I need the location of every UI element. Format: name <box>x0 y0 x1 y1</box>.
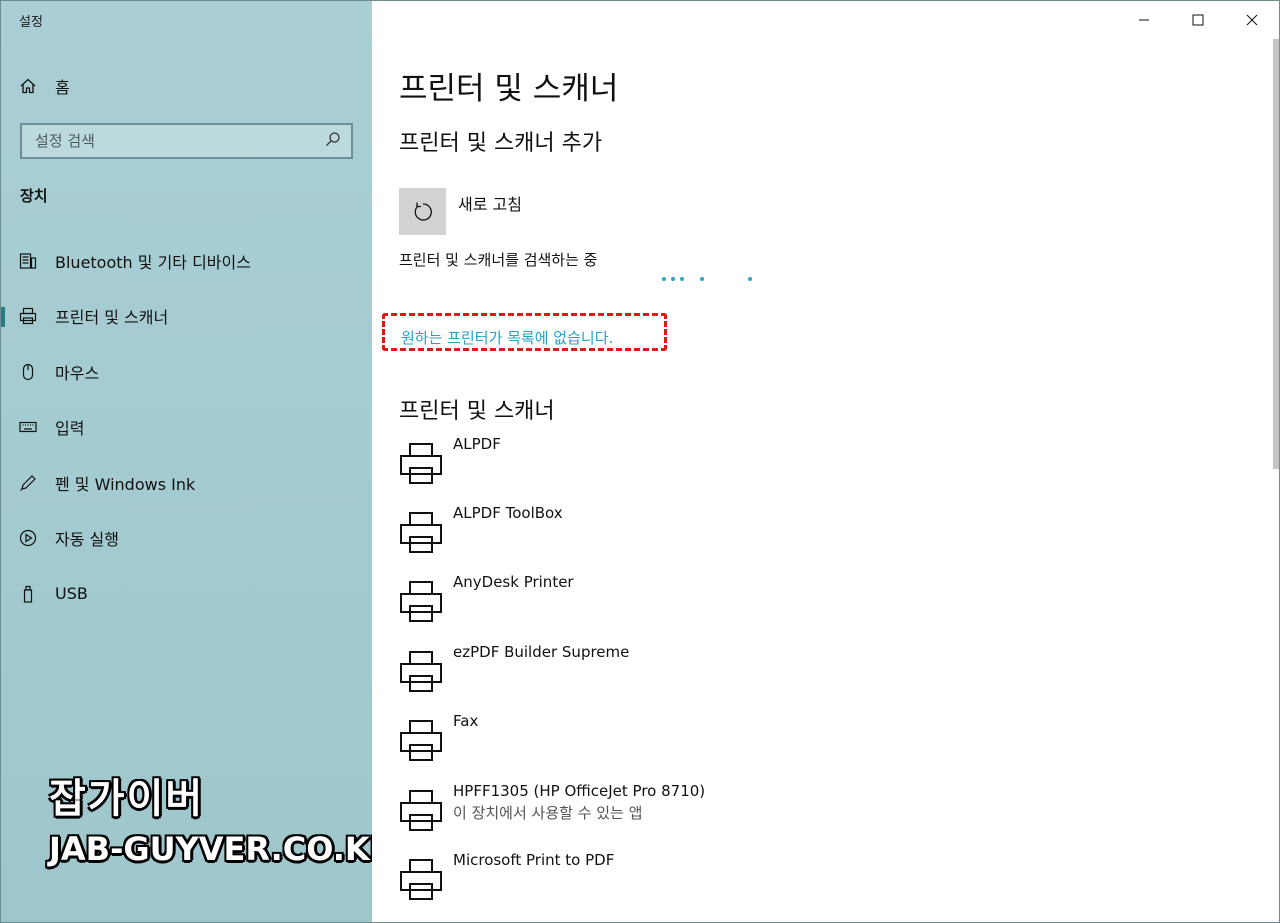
maximize-button[interactable] <box>1171 1 1225 39</box>
sidebar-item-label: 펜 및 Windows Ink <box>55 474 196 494</box>
sidebar-item-label: 마우스 <box>55 363 100 383</box>
add-printers-heading: 프린터 및 스캐너 추가 <box>399 131 603 156</box>
autoplay-icon <box>19 529 37 547</box>
printer-text: HPFF1305 (HP OfficeJet Pro 8710) 이 장치에서 사… <box>453 782 705 842</box>
printer-name: Microsoft Print to PDF <box>453 851 615 869</box>
sidebar-item-mouse[interactable]: 마우스 <box>1 344 372 400</box>
mouse-icon <box>19 363 37 381</box>
sidebar-item-typing[interactable]: 입력 <box>1 400 372 456</box>
bluetooth-devices-icon <box>19 252 37 270</box>
printer-status: 이 장치에서 사용할 수 있는 앱 <box>453 804 643 822</box>
close-button[interactable] <box>1225 1 1279 39</box>
printer-item[interactable]: ALPDF ToolBox <box>399 504 899 564</box>
printer-not-listed-link[interactable]: 원하는 프린터가 목록에 없습니다. <box>401 327 613 348</box>
printer-text: AnyDesk Printer <box>453 573 574 633</box>
printer-item[interactable]: Microsoft Print to PDF <box>399 851 899 911</box>
main-content: 프린터 및 스캐너 프린터 및 스캐너 추가 새로 고침 프린터 및 스캐너를 … <box>372 1 1279 922</box>
usb-icon <box>19 585 37 603</box>
sidebar-item-bluetooth[interactable]: Bluetooth 및 기타 디바이스 <box>1 233 372 289</box>
close-icon <box>1246 14 1258 26</box>
sidebar-item-printers[interactable]: 프린터 및 스캐너 <box>1 289 372 345</box>
scrollbar[interactable] <box>1273 39 1279 469</box>
window-controls <box>1117 1 1279 39</box>
watermark-korean: 잡가이버 <box>49 776 205 822</box>
printer-name: HPFF1305 (HP OfficeJet Pro 8710) <box>453 782 706 800</box>
minimize-icon <box>1139 19 1149 21</box>
printer-text: Microsoft Print to PDF <box>453 851 614 911</box>
sidebar-item-label: 프린터 및 스캐너 <box>55 308 169 328</box>
printer-name: ezPDF Builder Supreme <box>453 643 630 661</box>
printer-item[interactable]: Fax <box>399 712 899 772</box>
app-title: 설정 <box>19 15 43 30</box>
refresh-icon <box>414 202 432 221</box>
printer-name: ALPDF ToolBox <box>453 504 563 522</box>
sidebar-item-usb[interactable]: USB <box>1 566 372 622</box>
home-icon <box>19 77 37 95</box>
printer-icon <box>399 649 443 695</box>
search-icon[interactable] <box>325 131 341 151</box>
sidebar-item-label: 입력 <box>55 419 85 439</box>
printer-name: AnyDesk Printer <box>453 573 574 591</box>
sidebar-nav: Bluetooth 및 기타 디바이스 프린터 및 스캐너 마우스 입력 펜 및… <box>1 233 372 622</box>
sidebar-item-label: 자동 실행 <box>55 530 119 550</box>
keyboard-icon <box>19 418 37 436</box>
page-title: 프린터 및 스캐너 <box>399 71 619 107</box>
settings-search-box[interactable] <box>20 123 353 159</box>
settings-search-input[interactable] <box>35 132 315 150</box>
minimize-button[interactable] <box>1117 1 1171 39</box>
printer-icon <box>399 510 443 556</box>
home-label: 홈 <box>55 78 70 97</box>
sidebar-item-autoplay[interactable]: 자동 실행 <box>1 511 372 567</box>
refresh-button[interactable] <box>399 188 446 235</box>
printer-icon <box>399 441 443 487</box>
watermark-english: JAB-GUYVER.CO.KR <box>49 830 395 868</box>
printer-icon <box>399 718 443 764</box>
printer-icon <box>399 579 443 625</box>
printer-item[interactable]: AnyDesk Printer <box>399 573 899 633</box>
watermark: 잡가이버 JAB-GUYVER.CO.KR <box>49 766 394 868</box>
searching-status: 프린터 및 스캐너를 검색하는 중 <box>399 251 598 269</box>
sidebar-item-pen[interactable]: 펜 및 Windows Ink <box>1 455 372 511</box>
refresh-label[interactable]: 새로 고침 <box>458 191 522 215</box>
printer-name: Fax <box>453 712 479 730</box>
section-heading-devices: 장치 <box>20 187 48 205</box>
settings-window: 설정 홈 장치 Bluetooth 및 기타 디바이스 <box>0 0 1280 923</box>
printer-icon <box>19 307 37 325</box>
sidebar-item-label: Bluetooth 및 기타 디바이스 <box>55 252 251 272</box>
progress-dots <box>660 277 760 285</box>
pen-icon <box>19 474 37 492</box>
printer-item[interactable]: HPFF1305 (HP OfficeJet Pro 8710) 이 장치에서 사… <box>399 782 899 842</box>
sidebar-item-label: USB <box>55 584 88 604</box>
printer-text: ALPDF ToolBox <box>453 504 563 564</box>
maximize-icon <box>1192 14 1204 26</box>
printer-item[interactable]: ezPDF Builder Supreme <box>399 643 899 703</box>
sidebar: 설정 홈 장치 Bluetooth 및 기타 디바이스 <box>1 1 394 922</box>
printer-text: ALPDF <box>453 435 501 495</box>
home-nav-item[interactable]: 홈 <box>19 73 70 99</box>
printer-item[interactable]: ALPDF <box>399 435 899 495</box>
printer-name: ALPDF <box>453 435 501 453</box>
printer-icon <box>399 788 443 834</box>
printer-text: ezPDF Builder Supreme <box>453 643 629 703</box>
printer-icon <box>399 857 443 903</box>
printer-text: Fax <box>453 712 478 772</box>
printers-list-heading: 프린터 및 스캐너 <box>399 399 555 424</box>
